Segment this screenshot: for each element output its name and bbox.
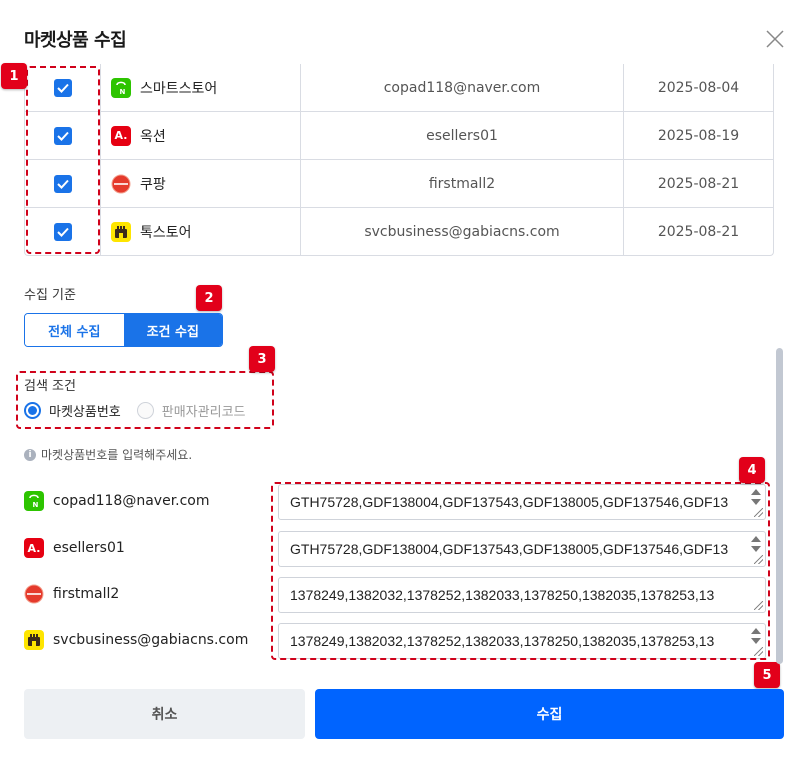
market-checkbox[interactable]: [53, 78, 72, 97]
scroll-spinner[interactable]: [750, 536, 762, 552]
check-icon: [56, 179, 69, 189]
smartstore-icon: N: [111, 77, 131, 98]
coupang-icon: [111, 174, 131, 194]
collect-conditional-button[interactable]: 조건 수집: [123, 314, 222, 346]
check-icon: [56, 227, 69, 237]
scrollbar-thumb[interactable]: [776, 348, 783, 664]
auction-icon: A.: [111, 125, 131, 146]
code-account-row: firstmall2: [24, 584, 119, 604]
market-name: 톡스토어: [140, 225, 192, 241]
table-row: 쿠팡 firstmall2 2025-08-21: [25, 160, 773, 208]
check-icon: [56, 131, 69, 141]
code-account-name: esellers01: [53, 540, 125, 556]
resize-handle[interactable]: [754, 555, 763, 564]
resize-handle[interactable]: [754, 647, 763, 656]
svg-text:N: N: [33, 501, 39, 509]
table-row: A. 옥션 esellers01 2025-08-19: [25, 112, 773, 160]
input-hint: i 마켓상품번호를 입력해주세요.: [24, 446, 192, 463]
market-account: copad118@naver.com: [301, 64, 624, 111]
market-name: 스마트스토어: [140, 80, 218, 97]
code-account-name: copad118@naver.com: [53, 493, 210, 509]
hint-text: 마켓상품번호를 입력해주세요.: [41, 448, 193, 462]
coupang-icon: [24, 584, 44, 604]
code-account-row: svcbusiness@gabiacns.com: [24, 630, 248, 650]
code-account-name: firstmall2: [53, 586, 120, 602]
radio-label-market-product-no: 마켓상품번호: [49, 405, 121, 420]
table-row: 톡스토어 svcbusiness@gabiacns.com 2025-08-21: [25, 208, 773, 256]
market-date: 2025-08-21: [657, 224, 740, 240]
table-row: N 스마트스토어 copad118@naver.com 2025-08-04: [25, 64, 773, 112]
check-icon: [56, 83, 69, 93]
market-checkbox[interactable]: [53, 126, 72, 145]
code-account-name: svcbusiness@gabiacns.com: [53, 632, 249, 648]
cancel-button[interactable]: 취소: [24, 689, 305, 739]
market-date: 2025-08-04: [657, 79, 740, 96]
auction-icon: A.: [24, 538, 44, 558]
code-account-row: N copad118@naver.com: [24, 491, 210, 511]
search-condition-radios: 마켓상품번호 판매자관리코드: [24, 401, 246, 420]
market-date: 2025-08-19: [657, 127, 740, 144]
dialog-title: 마켓상품 수집: [24, 30, 127, 51]
market-date: 2025-08-21: [657, 175, 740, 192]
talkstore-icon: [111, 222, 131, 242]
submit-collect-button[interactable]: 수집: [315, 689, 784, 739]
product-code-input[interactable]: 1378249,1382032,1378252,1382033,1378250,…: [278, 577, 766, 613]
annotation-badge-3: 3: [249, 346, 275, 372]
smartstore-icon: N: [24, 491, 44, 511]
resize-handle[interactable]: [754, 601, 763, 610]
market-account: firstmall2: [301, 160, 624, 207]
svg-text:N: N: [120, 88, 126, 96]
radio-seller-code[interactable]: [136, 402, 154, 419]
scroll-spinner[interactable]: [750, 628, 762, 644]
market-table: N 스마트스토어 copad118@naver.com 2025-08-04 A…: [24, 64, 774, 256]
resize-handle[interactable]: [754, 508, 763, 517]
close-icon[interactable]: [764, 28, 786, 50]
product-code-input[interactable]: GTH75728,GDF138004,GDF137543,GDF138005,G…: [278, 484, 766, 520]
scroll-spinner[interactable]: [750, 489, 762, 505]
market-checkbox[interactable]: [53, 223, 72, 241]
scrollbar[interactable]: [774, 348, 784, 664]
collect-all-button[interactable]: 전체 수집: [25, 314, 124, 346]
product-code-input[interactable]: 1378249,1382032,1378252,1382033,1378250,…: [278, 623, 766, 659]
annotation-badge-2: 2: [196, 285, 222, 311]
market-name: 쿠팡: [140, 176, 166, 193]
market-name: 옥션: [140, 128, 166, 145]
code-account-row: A. esellers01: [24, 538, 125, 558]
annotation-badge-4: 4: [739, 457, 765, 483]
search-condition-label: 검색 조건: [24, 379, 76, 394]
market-account: esellers01: [301, 112, 624, 159]
info-icon: i: [24, 448, 36, 461]
market-checkbox[interactable]: [53, 174, 72, 193]
annotation-badge-1: 1: [1, 63, 27, 89]
radio-label-seller-code: 판매자관리코드: [161, 405, 246, 420]
talkstore-icon: [24, 630, 44, 650]
market-account: svcbusiness@gabiacns.com: [301, 208, 624, 256]
annotation-badge-5: 5: [754, 662, 780, 688]
product-code-input[interactable]: GTH75728,GDF138004,GDF137543,GDF138005,G…: [278, 531, 766, 567]
radio-market-product-no[interactable]: [24, 402, 41, 419]
collect-basis-toggle: 전체 수집 조건 수집: [24, 313, 223, 347]
collect-basis-label: 수집 기준: [24, 288, 76, 303]
